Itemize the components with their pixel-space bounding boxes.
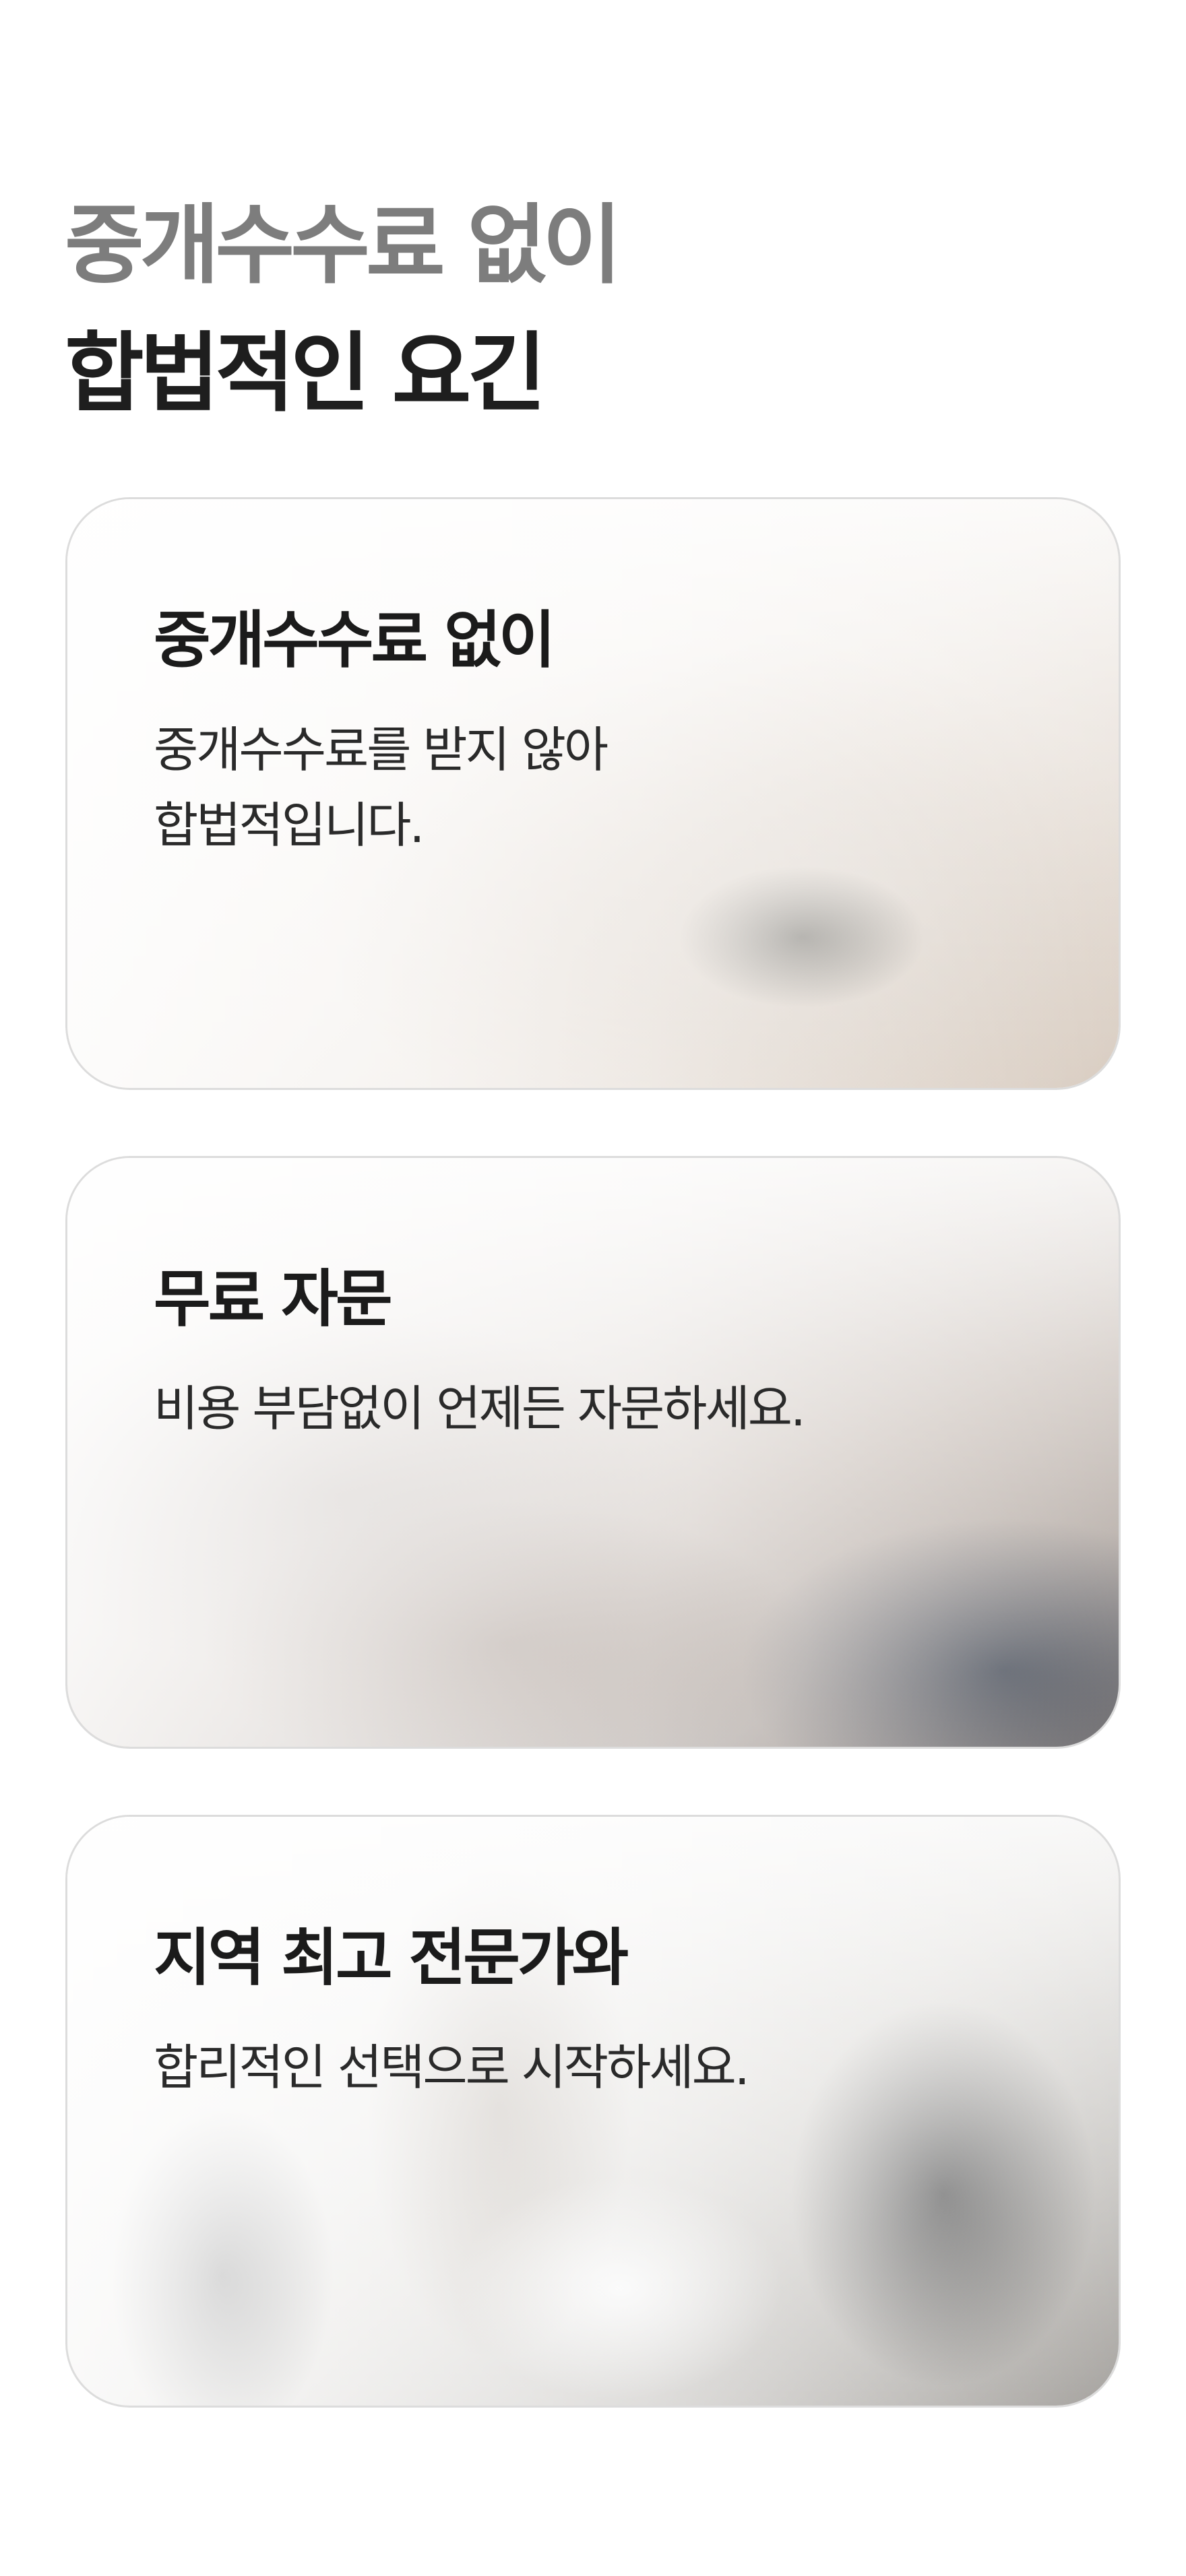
- card-description: 중개수수료를 받지 않아 합법적입니다.: [154, 712, 1030, 863]
- feature-card-local-experts[interactable]: 지역 최고 전문가와 합리적인 선택으로 시작하세요.: [65, 1815, 1121, 2408]
- page: 중개수수료 없이 합법적인 요긴 중개수수료 없이 중개수수료를 받지 않아 합…: [0, 0, 1186, 2576]
- card-title: 무료 자문: [154, 1263, 393, 1335]
- card-text: 지역 최고 전문가와 합리적인 선택으로 시작하세요.: [154, 1918, 1030, 2105]
- card-title: 지역 최고 전문가와: [154, 1922, 629, 1994]
- headline-line-1: 중개수수료 없이: [65, 195, 622, 296]
- card-description-line: 합법적입니다.: [154, 797, 425, 854]
- card-text: 중개수수료 없이 중개수수료를 받지 않아 합법적입니다.: [154, 600, 1030, 863]
- card-description: 합리적인 선택으로 시작하세요.: [154, 2030, 1030, 2105]
- card-description: 비용 부담없이 언제든 자문하세요.: [154, 1371, 1030, 1446]
- card-fade-overlay: [67, 1817, 1119, 2406]
- card-fade-overlay: [67, 1158, 1119, 1747]
- card-text: 무료 자문 비용 부담없이 언제든 자문하세요.: [154, 1259, 1030, 1446]
- feature-card-no-commission[interactable]: 중개수수료 없이 중개수수료를 받지 않아 합법적입니다.: [65, 497, 1121, 1090]
- card-title: 중개수수료 없이: [154, 604, 556, 676]
- feature-card-free-consultation[interactable]: 무료 자문 비용 부담없이 언제든 자문하세요.: [65, 1156, 1121, 1749]
- headline-line-2: 합법적인 요긴: [65, 323, 547, 424]
- card-description-line: 중개수수료를 받지 않아: [154, 721, 608, 778]
- section-headline: 중개수수료 없이 합법적인 요긴: [65, 182, 1075, 438]
- card-description-line: 비용 부담없이 언제든 자문하세요.: [154, 1380, 806, 1437]
- card-description-line: 합리적인 선택으로 시작하세요.: [154, 2039, 750, 2096]
